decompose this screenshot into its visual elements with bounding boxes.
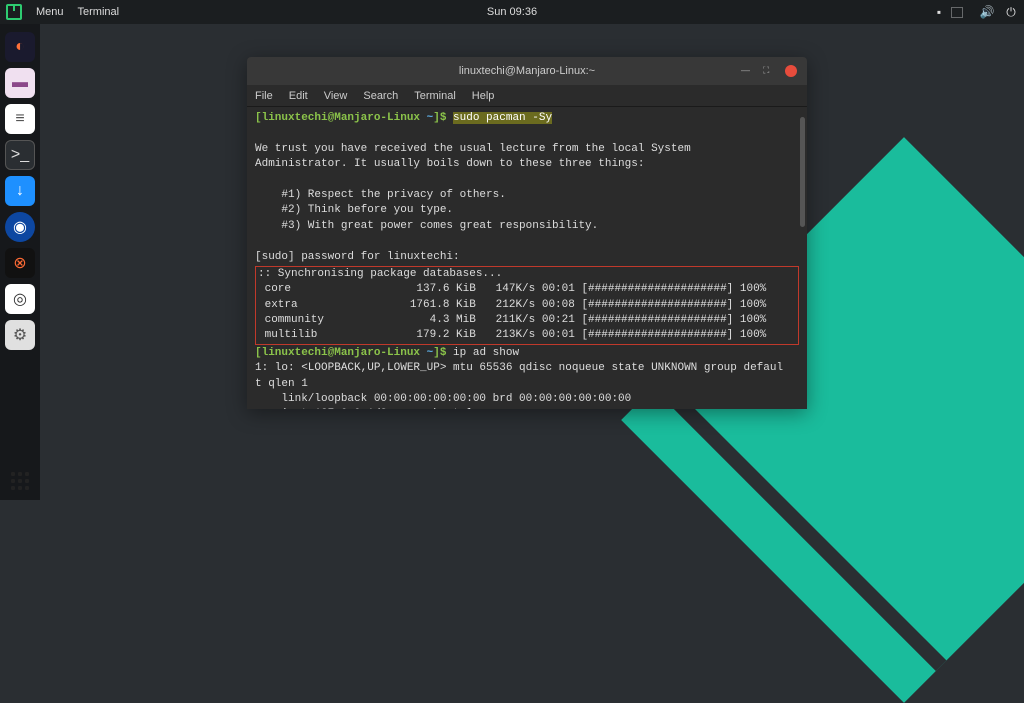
menu-button[interactable]: Menu (36, 6, 64, 18)
menu-terminal[interactable]: Terminal (414, 90, 456, 102)
dock-terminal-icon[interactable]: >_ (5, 140, 35, 170)
rule-2: #2) Think before you type. (255, 204, 453, 216)
scrollbar-thumb[interactable] (800, 117, 805, 227)
menu-view[interactable]: View (324, 90, 348, 102)
prompt-symbol: ]$ (433, 112, 453, 124)
menu-file[interactable]: File (255, 90, 273, 102)
sync-output-box: :: Synchronising package databases... co… (255, 266, 799, 345)
rule-1: #1) Respect the privacy of others. (255, 189, 506, 201)
repo-multilib: multilib 179.2 KiB 213K/s 00:01 [#######… (258, 329, 766, 341)
dock-firefox-icon[interactable]: ◐ (5, 32, 35, 62)
active-app-label[interactable]: Terminal (78, 6, 120, 18)
repo-extra: extra 1761.8 KiB 212K/s 00:08 [#########… (258, 299, 766, 311)
menu-help[interactable]: Help (472, 90, 495, 102)
ip-line-1: 1: lo: <LOOPBACK,UP,LOWER_UP> mtu 65536 … (255, 362, 783, 374)
menu-search[interactable]: Search (363, 90, 398, 102)
sudo-prompt: [sudo] password for linuxtechi: (255, 251, 460, 263)
dock-download-icon[interactable]: ↓ (5, 176, 35, 206)
top-panel: Menu Terminal Sun 09:36 ▪ ⃞ 🔊 ⏻ (0, 0, 1024, 24)
dock-settings-icon[interactable]: ⚙ (5, 320, 35, 350)
ip-line-3: link/loopback 00:00:00:00:00:00 brd 00:0… (255, 393, 631, 405)
terminal-output[interactable]: [linuxtechi@Manjaro-Linux ~]$ sudo pacma… (247, 107, 807, 409)
dock-media-icon[interactable]: ⊗ (5, 248, 35, 278)
prompt-symbol-2: ]$ (433, 347, 453, 359)
prompt-user: [linuxtechi@Manjaro-Linux (255, 112, 420, 124)
manjaro-logo-icon[interactable] (6, 4, 22, 20)
clock[interactable]: Sun 09:36 (487, 6, 537, 18)
window-title: linuxtechi@Manjaro-Linux:~ (459, 65, 595, 77)
command-1: sudo pacman -Sy (453, 112, 552, 124)
titlebar[interactable]: linuxtechi@Manjaro-Linux:~ — ⛶ (247, 57, 807, 85)
minimize-button[interactable]: — (741, 65, 753, 77)
menu-edit[interactable]: Edit (289, 90, 308, 102)
command-2: ip ad show (453, 347, 519, 359)
repo-core: core 137.6 KiB 147K/s 00:01 [###########… (258, 283, 766, 295)
maximize-button[interactable]: ⛶ (763, 65, 775, 77)
terminal-window: linuxtechi@Manjaro-Linux:~ — ⛶ File Edit… (247, 57, 807, 409)
menubar: File Edit View Search Terminal Help (247, 85, 807, 107)
repo-community: community 4.3 MiB 211K/s 00:21 [########… (258, 314, 766, 326)
prompt-path-2: ~ (420, 347, 433, 359)
scrollbar[interactable] (799, 107, 807, 407)
prompt-path: ~ (420, 112, 433, 124)
power-icon[interactable]: ⏻ (1004, 5, 1018, 19)
tray-indicator-icon[interactable]: ▪ (932, 5, 946, 19)
lecture-line-2: Administrator. It usually boils down to … (255, 158, 644, 170)
close-button[interactable] (785, 65, 797, 77)
ip-line-4: inet 127.0.0.1/8 scope host lo (255, 408, 479, 409)
dock-text-editor-icon[interactable]: ≡ (5, 104, 35, 134)
rule-3: #3) With great power comes great respons… (255, 220, 598, 232)
dock-browser-icon[interactable]: ◉ (5, 212, 35, 242)
dock-screenshot-icon[interactable]: ◎ (5, 284, 35, 314)
lecture-line-1: We trust you have received the usual lec… (255, 143, 691, 155)
dock-apps-grid-icon[interactable] (0, 472, 40, 490)
dock-files-icon[interactable]: ▬ (5, 68, 35, 98)
prompt-user-2: [linuxtechi@Manjaro-Linux (255, 347, 420, 359)
volume-icon[interactable]: 🔊 (980, 5, 994, 19)
display-icon[interactable]: ⃞ (956, 5, 970, 19)
dock: ◐ ▬ ≡ >_ ↓ ◉ ⊗ ◎ ⚙ (0, 24, 40, 500)
ip-line-2: t qlen 1 (255, 378, 308, 390)
sync-header: :: Synchronising package databases... (258, 268, 502, 280)
